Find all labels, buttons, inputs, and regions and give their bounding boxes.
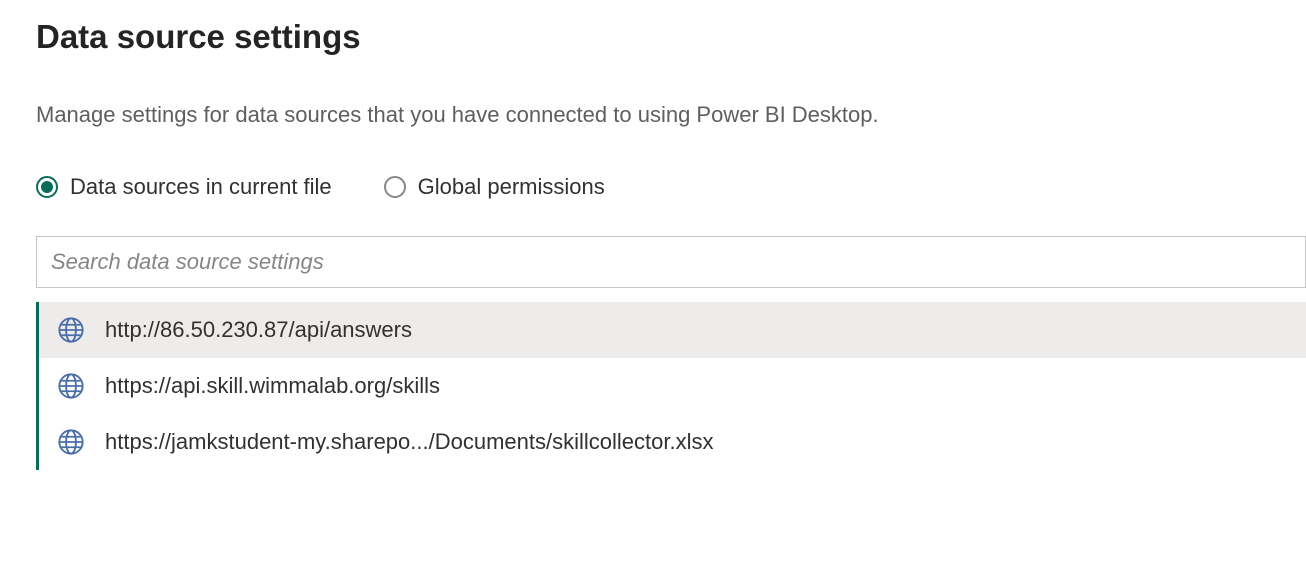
search-input[interactable] xyxy=(36,236,1306,288)
data-source-list: http://86.50.230.87/api/answers https://… xyxy=(36,302,1306,470)
page-title: Data source settings xyxy=(36,18,1306,56)
data-source-label: https://jamkstudent-my.sharepo.../Docume… xyxy=(105,429,713,455)
radio-global-permissions[interactable]: Global permissions xyxy=(384,174,605,200)
list-item[interactable]: http://86.50.230.87/api/answers xyxy=(39,302,1306,358)
data-source-label: http://86.50.230.87/api/answers xyxy=(105,317,412,343)
page-subtitle: Manage settings for data sources that yo… xyxy=(36,102,1306,128)
globe-icon xyxy=(57,372,85,400)
radio-label: Data sources in current file xyxy=(70,174,332,200)
globe-icon xyxy=(57,428,85,456)
scope-radio-group: Data sources in current file Global perm… xyxy=(36,174,1306,200)
radio-data-sources-current-file[interactable]: Data sources in current file xyxy=(36,174,332,200)
list-item[interactable]: https://api.skill.wimmalab.org/skills xyxy=(39,358,1306,414)
radio-icon xyxy=(384,176,406,198)
list-item[interactable]: https://jamkstudent-my.sharepo.../Docume… xyxy=(39,414,1306,470)
globe-icon xyxy=(57,316,85,344)
data-source-label: https://api.skill.wimmalab.org/skills xyxy=(105,373,440,399)
radio-icon xyxy=(36,176,58,198)
radio-label: Global permissions xyxy=(418,174,605,200)
